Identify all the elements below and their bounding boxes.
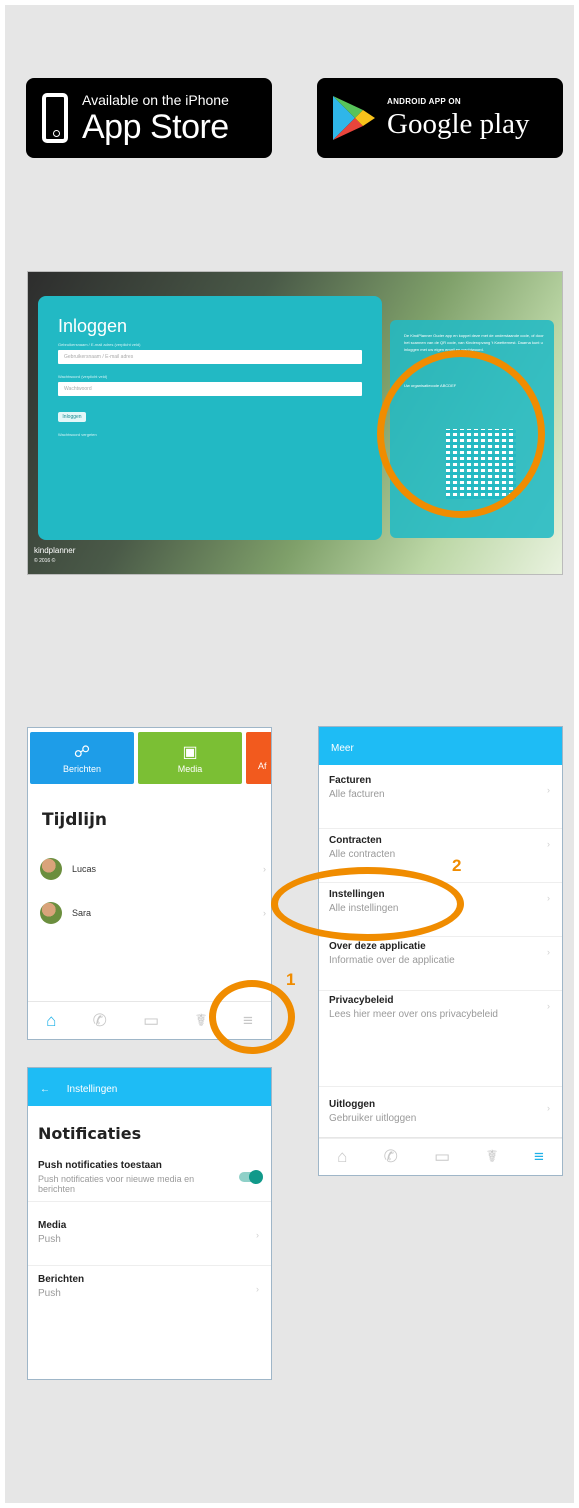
tile-berichten[interactable]: ☍ Berichten [30,732,134,784]
timeline-heading: Tijdlijn [42,810,108,830]
setting-title: Push notificaties toestaan [38,1160,162,1171]
menu-item-subtitle: Lees hier meer over ons privacybeleid [329,1009,498,1020]
kid-name: Lucas [72,864,97,874]
setting-subtitle: Push [38,1288,61,1299]
google-play-small-text: ANDROID APP ON [387,96,461,106]
chevron-right-icon: › [547,1103,550,1113]
setting-push-toggle-row[interactable]: Push notificaties toestaan Push notifica… [28,1160,271,1202]
password-field[interactable]: Wachtwoord [58,382,362,396]
settings-header: ← Instellingen [28,1068,271,1106]
home-icon[interactable]: ⌂ [337,1147,347,1167]
phone-icon[interactable]: ✆ [93,1011,107,1031]
menu-item-subtitle: Alle facturen [329,789,385,800]
forgot-password-link[interactable]: Wachtwoord vergeten [58,432,97,437]
username-placeholder: Gebruikersnaam / E-mail adres [64,354,134,360]
kid-name: Sara [72,908,92,918]
copyright-text: © 2016 © [34,558,56,564]
menu-highlight-circle [209,980,295,1054]
chevron-right-icon: › [256,1230,259,1240]
step-number-1: 1 [286,970,296,989]
menu-item-title: Facturen [329,775,372,786]
iphone-icon [42,93,68,143]
screen-icon[interactable]: ▭ [143,1011,159,1031]
setting-media[interactable]: Media Push › [28,1212,271,1266]
person-icon[interactable]: ☤ [195,1011,206,1031]
step-number-2: 2 [452,856,462,875]
menu-item-title: Privacybeleid [329,995,394,1006]
screen-icon[interactable]: ▭ [434,1147,450,1167]
menu-item-over[interactable]: Over deze applicatie Informatie over de … [319,937,562,991]
password-label: Wachtwoord (verplicht veld) [58,374,108,379]
google-play-big-text: Google play [387,107,530,140]
setting-subtitle: Push [38,1234,61,1245]
menu-icon[interactable]: ≡ [534,1147,544,1167]
tile-row: ☍ Berichten ▣ Media Af [28,732,271,784]
menu-item-subtitle: Informatie over de applicatie [329,955,455,966]
brand-name: kindplanner [34,546,76,555]
app-store-small-text: Available on the iPhone [82,91,229,108]
login-button[interactable]: Inloggen [58,412,86,422]
kid-row[interactable]: Lucas › [40,858,266,880]
google-play-icon [333,96,375,140]
push-toggle[interactable] [239,1170,263,1184]
avatar [40,858,62,880]
phone-icon[interactable]: ✆ [384,1147,398,1167]
chevron-right-icon: › [547,1001,550,1011]
chevron-right-icon: › [547,785,550,795]
qr-highlight-circle [377,350,545,518]
menu-item-title: Contracten [329,835,382,846]
setting-title: Berichten [38,1274,85,1285]
back-arrow-icon[interactable]: ← [40,1084,50,1095]
login-panel: Inloggen Gebruikersnaam / E-mail adres (… [38,296,382,540]
setting-berichten[interactable]: Berichten Push › [28,1266,271,1320]
chevron-right-icon: › [547,947,550,957]
tile-agenda-label: Af [258,761,267,771]
app-info-text: De KindPlanner Ouder app en koppel deze … [404,333,544,352]
tab-bar: ⌂ ✆ ▭ ☤ ≡ [319,1137,562,1175]
menu-item-subtitle: Alle contracten [329,849,396,860]
chat-icon: ☍ [73,744,91,761]
tile-media-label: Media [177,764,203,774]
app-store-big-text: App Store [82,107,229,146]
chevron-right-icon: › [547,893,550,903]
person-icon[interactable]: ☤ [486,1147,497,1167]
chevron-right-icon: › [263,908,266,918]
menu-item-uitloggen[interactable]: Uitloggen Gebruiker uitloggen › [319,1093,562,1139]
password-placeholder: Wachtwoord [64,386,92,392]
chevron-right-icon: › [263,864,266,874]
image-icon: ▣ [182,744,198,761]
menu-item-facturen[interactable]: Facturen Alle facturen › [319,775,562,829]
chevron-right-icon: › [547,839,550,849]
username-label: Gebruikersnaam / E-mail adres (verplicht… [58,342,141,347]
menu-item-title: Over deze applicatie [329,941,426,952]
kid-row[interactable]: Sara › [40,902,266,924]
avatar [40,902,62,924]
more-menu-screen: Meer Facturen Alle facturen › Contracten… [318,726,563,1176]
menu-item-subtitle: Gebruiker uitloggen [329,1113,417,1124]
setting-subtitle: Push notificaties voor nieuwe media en b… [38,1174,195,1194]
home-icon[interactable]: ⌂ [46,1011,56,1031]
tile-media[interactable]: ▣ Media [138,732,242,784]
menu-item-privacy[interactable]: Privacybeleid Lees hier meer over ons pr… [319,991,562,1087]
menu-header: Meer [319,727,562,765]
username-field[interactable]: Gebruikersnaam / E-mail adres [58,350,362,364]
tile-berichten-label: Berichten [62,764,102,774]
app-store-badge[interactable]: Available on the iPhone App Store [26,78,272,158]
settings-title: Instellingen [66,1084,118,1095]
settings-screen: ← Instellingen Notificaties Push notific… [27,1067,272,1380]
tile-agenda[interactable]: Af [246,732,271,784]
menu-item-title: Uitloggen [329,1099,376,1110]
settings-highlight-circle [271,867,464,941]
brand-logo: kindplanner © 2016 © [34,546,75,564]
setting-title: Media [38,1220,67,1231]
google-play-badge[interactable]: ANDROID APP ON Google play [317,78,563,158]
notifications-heading: Notificaties [38,1124,142,1143]
login-title: Inloggen [58,316,128,336]
chevron-right-icon: › [256,1284,259,1294]
